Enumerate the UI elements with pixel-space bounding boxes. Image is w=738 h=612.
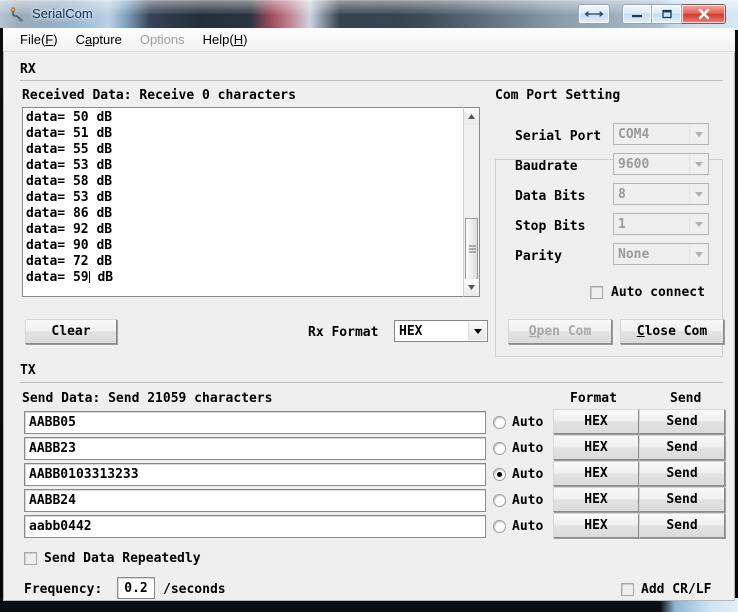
menu-options: Options [131, 30, 194, 49]
parity-label: Parity [515, 249, 562, 264]
format-button-3[interactable]: HEX [553, 461, 639, 486]
menu-file[interactable]: File(F) [11, 30, 67, 49]
format-button-5[interactable]: HEX [553, 513, 639, 538]
scrollbar-thumb[interactable] [465, 218, 478, 280]
auto-radio-4[interactable] [493, 494, 506, 507]
received-data-line: data= 58 dB [26, 174, 478, 190]
received-data-line: data= 72 dB [26, 254, 478, 270]
data-bits-label: Data Bits [515, 189, 585, 204]
scrollbar-grip-icon [469, 246, 476, 253]
send-button-5[interactable]: Send [639, 513, 725, 538]
resize-arrows-icon[interactable] [578, 4, 610, 24]
rx-format-label: Rx Format [308, 325, 378, 340]
format-button-2[interactable]: HEX [553, 435, 639, 460]
rx-group-label: RX [20, 62, 36, 77]
received-data-line: data= 53 dB [26, 158, 478, 174]
menubar: File(F) Capture Options Help(H) [3, 28, 735, 52]
tx-group-divider [20, 382, 723, 383]
rx-format-dropdown[interactable]: HEX [394, 320, 488, 342]
window-title: SerialCom [32, 6, 93, 21]
menu-capture[interactable]: Capture [67, 30, 131, 49]
received-data-label: Received Data: Receive 0 characters [22, 88, 296, 103]
received-data-textarea[interactable]: data= 50 dBdata= 51 dBdata= 55 dBdata= 5… [22, 107, 480, 297]
stop-bits-dropdown[interactable]: 1 [613, 213, 709, 235]
text-caret [89, 271, 90, 283]
add-crlf-checkbox[interactable] [621, 583, 634, 596]
received-data-line: data= 55 dB [26, 142, 478, 158]
data-bits-dropdown[interactable]: 8 [613, 183, 709, 205]
received-data-scrollbar[interactable] [463, 107, 480, 297]
send-column-header: Send [670, 391, 701, 406]
auto-radio-1[interactable] [493, 416, 506, 429]
received-data-content: data= 50 dBdata= 51 dBdata= 55 dBdata= 5… [26, 110, 478, 286]
rx-group-divider [20, 80, 723, 81]
received-data-line: data= 53 dB [26, 190, 478, 206]
chevron-down-icon [689, 125, 707, 143]
send-button-2[interactable]: Send [639, 435, 725, 460]
chevron-down-icon [689, 155, 707, 173]
auto-connect-label: Auto connect [611, 285, 705, 300]
maximize-button[interactable] [652, 4, 682, 24]
format-button-1[interactable]: HEX [553, 409, 639, 434]
tx-group-label: TX [20, 363, 36, 378]
format-button-4[interactable]: HEX [553, 487, 639, 512]
baudrate-dropdown[interactable]: 9600 [613, 153, 709, 175]
auto-radio-5[interactable] [493, 520, 506, 533]
send-data-label: Send Data: Send 21059 characters [22, 391, 272, 406]
auto-radio-2[interactable] [493, 442, 506, 455]
received-data-line: data= 92 dB [26, 222, 478, 238]
send-data-input-1[interactable]: AABB05 [24, 411, 486, 434]
chevron-down-icon [689, 185, 707, 203]
parity-dropdown[interactable]: None [613, 243, 709, 265]
chevron-down-icon [689, 245, 707, 263]
menu-help[interactable]: Help(H) [194, 30, 257, 49]
send-data-input-5[interactable]: aabb0442 [24, 515, 486, 538]
auto-label-5: Auto [512, 519, 543, 534]
auto-label-1: Auto [512, 415, 543, 430]
send-button-4[interactable]: Send [639, 487, 725, 512]
received-data-line: data= 59 dB [26, 270, 478, 286]
window-titlebar[interactable]: SerialCom [0, 0, 738, 28]
chevron-down-icon [689, 215, 707, 233]
received-data-line: data= 86 dB [26, 206, 478, 222]
send-data-input-4[interactable]: AABB24 [24, 489, 486, 512]
stop-bits-label: Stop Bits [515, 219, 585, 234]
send-button-1[interactable]: Send [639, 409, 725, 434]
scroll-down-icon[interactable] [464, 279, 479, 296]
send-data-input-3[interactable]: AABB0103313233 [24, 463, 486, 486]
frequency-unit-label: /seconds [163, 582, 226, 597]
frequency-input[interactable]: 0.2 [117, 577, 155, 599]
auto-connect-checkbox[interactable] [590, 286, 603, 299]
auto-label-3: Auto [512, 467, 543, 482]
baudrate-label: Baudrate [515, 159, 578, 174]
received-data-line: data= 90 dB [26, 238, 478, 254]
scroll-up-icon[interactable] [464, 108, 479, 125]
frequency-label: Frequency: [24, 582, 102, 597]
com-port-setting-label: Com Port Setting [495, 88, 620, 103]
format-column-header: Format [570, 391, 617, 406]
auto-radio-3[interactable] [493, 468, 506, 481]
chevron-down-icon [468, 322, 486, 340]
minimize-button[interactable] [622, 4, 652, 24]
auto-label-2: Auto [512, 441, 543, 456]
client-area: RX Received Data: Receive 0 characters d… [3, 52, 735, 601]
received-data-line: data= 50 dB [26, 110, 478, 126]
serial-port-dropdown[interactable]: COM4 [613, 123, 709, 145]
send-repeatedly-checkbox[interactable] [24, 552, 37, 565]
send-button-3[interactable]: Send [639, 461, 725, 486]
close-button[interactable] [682, 4, 726, 24]
add-crlf-label: Add CR/LF [641, 582, 711, 597]
open-com-button[interactable]: Open Com [508, 319, 612, 344]
clear-button[interactable]: Clear [25, 319, 117, 344]
serial-port-label: Serial Port [515, 129, 601, 144]
serialcom-window: SerialCom File(F) Capture [0, 0, 738, 604]
auto-label-4: Auto [512, 493, 543, 508]
received-data-line: data= 51 dB [26, 126, 478, 142]
close-com-button[interactable]: Close Com [620, 319, 724, 344]
send-repeatedly-label: Send Data Repeatedly [44, 551, 201, 566]
send-data-input-2[interactable]: AABB23 [24, 437, 486, 460]
serial-plug-icon [10, 7, 26, 23]
